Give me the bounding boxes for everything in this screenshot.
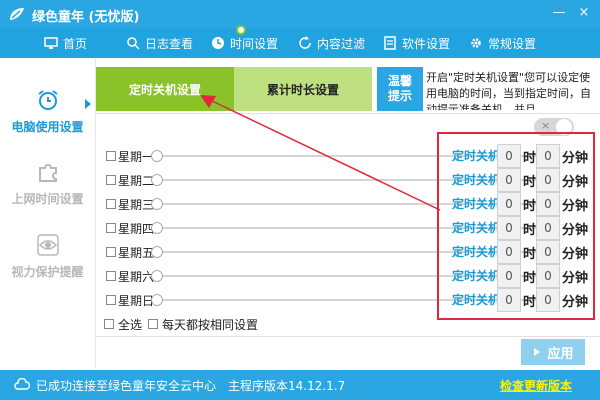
eye-icon [36,234,59,256]
menu-home[interactable]: 首页 [44,28,87,58]
status-bar: 已成功连接至绿色童年安全云中心 主程序版本14.12.1.7 检查更新版本 [0,370,600,400]
menu-logs[interactable]: 日志查看 [126,28,193,58]
time-slider-handle[interactable] [151,294,163,306]
day-label: 星期五 [118,246,155,260]
footer-divider [96,336,600,337]
day-checkbox[interactable] [106,151,116,161]
title-bar: 绿色童年 (无忧版) — × [0,0,600,28]
same-every-day-label: 每天都按相同设置 [162,318,259,332]
app-logo-icon [10,8,24,20]
menu-time-settings-label: 时间设置 [230,36,279,51]
tip-text: 开启"定时关机设置"您可以设定使用电脑的时间，当到指定时间，自动提示准备关机，并… [426,71,591,110]
day-label: 星期日 [118,294,155,308]
menu-content-filter-label: 内容过滤 [317,36,366,51]
same-every-day-checkbox[interactable] [148,319,158,329]
monitor-icon [44,37,58,49]
search-icon [127,37,140,50]
chevron-right-icon [534,348,541,356]
version-label: 主程序版本14.12.1.7 [228,379,346,393]
tip-label-line-1: 温馨 [387,74,412,88]
day-label: 星期六 [118,270,155,284]
day-checkbox[interactable] [106,295,116,305]
menu-software-settings[interactable]: 软件设置 [383,28,450,58]
menu-home-label: 首页 [63,36,88,51]
time-slider-handle[interactable] [151,198,163,210]
sidebar-item-internet-time[interactable]: 上网时间设置 [0,160,95,207]
day-label: 星期二 [118,174,155,188]
check-update-link[interactable]: 检查更新版本 [500,377,572,394]
tab-cumulative-duration[interactable]: 累计时长设置 [234,67,372,111]
select-all-option[interactable]: 全选 [104,316,142,333]
tab-shutdown-schedule[interactable]: 定时关机设置 [96,67,234,111]
day-label: 星期三 [118,198,155,212]
select-all-label: 全选 [118,318,143,332]
sidebar-item-label: 视力保护提醒 [11,265,84,279]
clock-icon [212,37,224,49]
sidebar-item-label: 上网时间设置 [11,192,84,206]
time-slider-handle[interactable] [151,270,163,282]
day-checkbox[interactable] [106,223,116,233]
day-checkbox[interactable] [106,271,116,281]
sidebar: 电脑使用设置 上网时间设置 视力保护提醒 [0,58,95,368]
main-menu: 首页 日志查看 时间设置 内容过滤 软件设置 常规设置 [0,28,600,58]
menu-general-settings[interactable]: 常规设置 [469,28,536,58]
menu-general-settings-label: 常规设置 [488,36,537,51]
apply-button[interactable]: 应用 [521,339,585,365]
sidebar-item-computer-usage[interactable]: 电脑使用设置 [0,88,95,135]
same-every-day-option[interactable]: 每天都按相同设置 [148,316,258,333]
time-slider-handle[interactable] [151,246,163,258]
connection-status: 已成功连接至绿色童年安全云中心 [36,379,217,393]
time-slider-handle[interactable] [151,222,163,234]
day-checkbox[interactable] [106,175,116,185]
day-label: 星期四 [118,222,155,236]
app-title: 绿色童年 (无忧版) [32,10,140,25]
day-label: 星期一 [118,150,155,164]
header-divider [96,113,600,114]
time-slider-handle[interactable] [151,150,163,162]
alarm-clock-icon [37,90,58,110]
toggle-off-icon: × [541,119,551,132]
sidebar-active-arrow-icon [85,99,91,109]
apply-label: 应用 [547,346,574,362]
puzzle-icon [38,164,57,182]
document-icon [384,36,396,50]
day-checkbox[interactable] [106,199,116,209]
gear-icon [471,38,481,48]
close-button[interactable]: × [575,4,593,22]
sidebar-item-eye-protection[interactable]: 视力保护提醒 [0,233,95,280]
menu-content-filter[interactable]: 内容过滤 [298,28,365,58]
select-all-checkbox[interactable] [104,319,114,329]
tip-label: 温馨 提示 [377,67,423,111]
time-slider-handle[interactable] [151,174,163,186]
tip-label-line-2: 提示 [387,89,412,103]
cloud-icon [14,378,30,390]
sidebar-item-label: 电脑使用设置 [11,120,84,134]
active-menu-indicator [236,25,246,35]
refresh-icon [299,36,311,49]
menu-software-settings-label: 软件设置 [402,36,451,51]
day-checkbox[interactable] [106,247,116,257]
highlight-box [437,132,595,320]
menu-logs-label: 日志查看 [145,36,194,51]
minimize-button[interactable]: — [550,4,568,22]
